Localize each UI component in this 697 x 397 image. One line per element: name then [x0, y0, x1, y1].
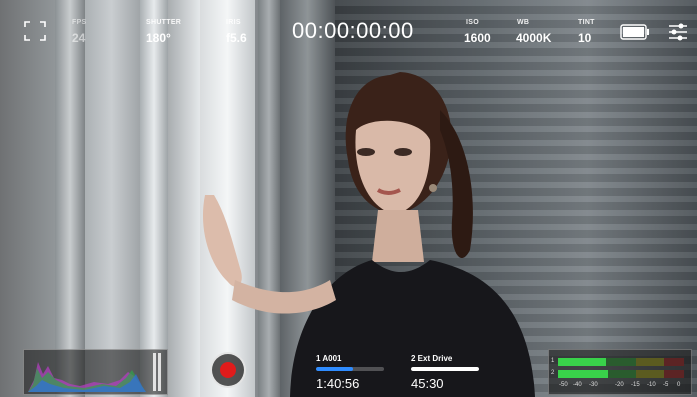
- media-slot-1-time: 1:40:56: [316, 376, 360, 391]
- media-slot-1-fill: [316, 367, 354, 371]
- media-slot-1-label[interactable]: 1 A001: [316, 354, 342, 363]
- audio-ch2-meter: [558, 370, 684, 378]
- wb-label: WB: [517, 19, 530, 26]
- tint-label: TINT: [578, 19, 595, 26]
- iso-value[interactable]: 1600: [464, 31, 491, 45]
- fps-value[interactable]: 24: [72, 31, 85, 45]
- audio-scale-tick: -15: [631, 382, 640, 388]
- audio-scale-tick: -20: [615, 382, 624, 388]
- audio-scale-tick: -5: [663, 382, 669, 388]
- histogram-graph: [28, 353, 161, 392]
- shutter-label: SHUTTER: [146, 19, 182, 26]
- audio-scale-tick: -50: [559, 382, 568, 388]
- record-button[interactable]: [210, 352, 246, 388]
- iris-label: IRIS: [226, 19, 241, 26]
- histogram-panel[interactable]: [23, 349, 168, 395]
- wb-value[interactable]: 4000K: [516, 31, 551, 45]
- battery-icon[interactable]: [620, 24, 650, 40]
- tint-value[interactable]: 10: [578, 31, 591, 45]
- iris-value[interactable]: f5.6: [226, 31, 247, 45]
- media-slot-1-bar: [316, 367, 384, 371]
- iso-label: ISO: [466, 19, 479, 26]
- audio-scale-tick: -10: [647, 382, 656, 388]
- audio-ch1-label: 1: [551, 358, 555, 364]
- settings-sliders-icon[interactable]: [668, 22, 688, 42]
- media-slot-2-fill: [411, 367, 479, 371]
- audio-scale-tick: -40: [573, 382, 582, 388]
- audio-scale-tick: 0: [677, 382, 681, 388]
- media-slot-2-bar: [411, 367, 479, 371]
- record-icon: [220, 362, 236, 378]
- audio-scale-tick: -30: [589, 382, 598, 388]
- media-slot-2-label[interactable]: 2 Ext Drive: [411, 354, 452, 363]
- focus-frame-icon[interactable]: [24, 21, 46, 41]
- shutter-value[interactable]: 180°: [146, 31, 171, 45]
- woman-subject: [202, 72, 535, 397]
- audio-ch2-label: 2: [551, 370, 555, 376]
- audio-ch1-meter: [558, 358, 684, 366]
- camera-viewfinder: FPS 24 SHUTTER 180° IRIS f5.6 00:00:00:0…: [0, 0, 697, 397]
- timecode-display[interactable]: 00:00:00:00: [292, 18, 414, 44]
- audio-meters-panel[interactable]: 1 2 -50 -40 -30 -20 -15 -10 -5 0: [548, 349, 692, 395]
- fps-label: FPS: [72, 19, 87, 26]
- media-slot-2-time: 45:30: [411, 376, 444, 391]
